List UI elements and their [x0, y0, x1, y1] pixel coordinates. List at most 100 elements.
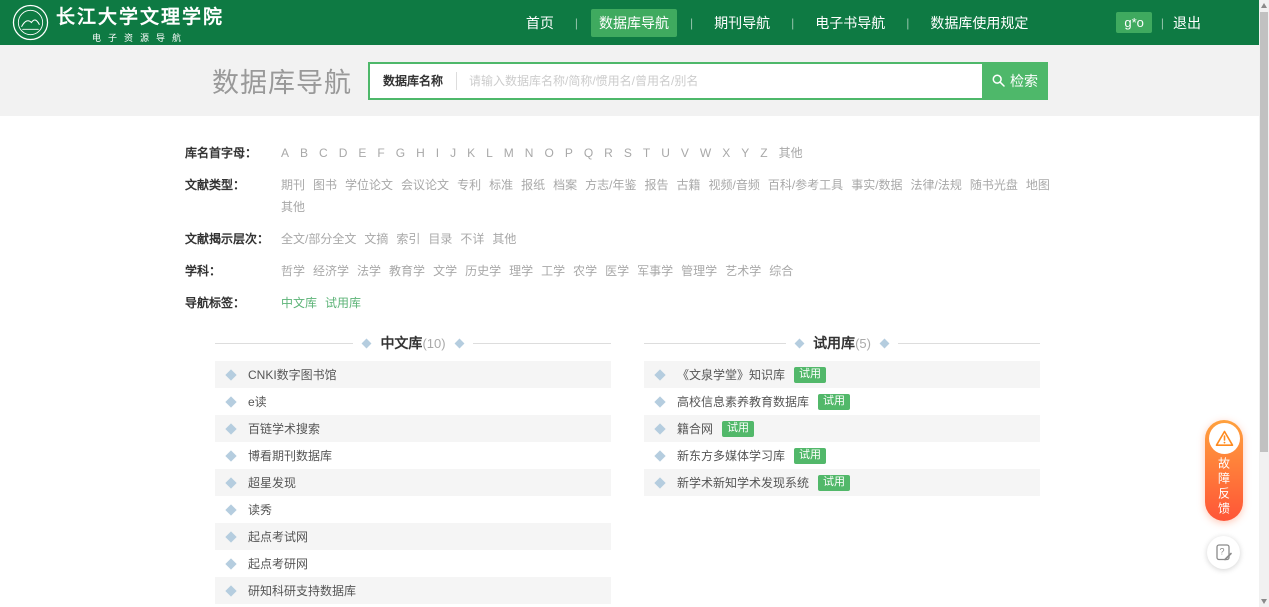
- database-item[interactable]: CNKI数字图书馆: [215, 361, 611, 388]
- filter-option[interactable]: V: [681, 143, 689, 163]
- database-link[interactable]: 新东方多媒体学习库: [677, 447, 785, 464]
- filter-option[interactable]: 历史学: [465, 261, 501, 281]
- filter-option[interactable]: 法学: [357, 261, 381, 281]
- database-item[interactable]: 起点考试网: [215, 523, 611, 550]
- filter-option[interactable]: 医学: [605, 261, 629, 281]
- database-item[interactable]: 起点考研网: [215, 550, 611, 577]
- filter-option[interactable]: 索引: [396, 229, 420, 249]
- filter-option[interactable]: Y: [741, 143, 749, 163]
- filter-option[interactable]: 农学: [573, 261, 597, 281]
- filter-option[interactable]: N: [525, 143, 534, 163]
- filter-option[interactable]: 期刊: [281, 175, 305, 195]
- filter-option[interactable]: 理学: [509, 261, 533, 281]
- filter-option[interactable]: 其他: [492, 229, 516, 249]
- database-link[interactable]: 博看期刊数据库: [248, 447, 332, 464]
- database-link[interactable]: 高校信息素养教育数据库: [677, 393, 809, 410]
- filter-option[interactable]: 文摘: [364, 229, 388, 249]
- database-item[interactable]: 新东方多媒体学习库试用: [644, 442, 1040, 469]
- filter-option[interactable]: 图书: [313, 175, 337, 195]
- database-item[interactable]: 研知科研支持数据库: [215, 577, 611, 604]
- database-item[interactable]: 《文泉学堂》知识库试用: [644, 361, 1040, 388]
- nav-link[interactable]: 电子书导航: [807, 9, 893, 37]
- filter-option[interactable]: 军事学: [637, 261, 673, 281]
- database-item[interactable]: 新学术新知学术发现系统试用: [644, 469, 1040, 496]
- database-link[interactable]: 起点考试网: [248, 528, 308, 545]
- database-link[interactable]: 超星发现: [248, 474, 296, 491]
- filter-option[interactable]: G: [396, 143, 405, 163]
- database-link[interactable]: e读: [248, 393, 267, 410]
- site-logo[interactable]: 长江大学文理学院 电子资源导航: [12, 2, 224, 44]
- filter-option[interactable]: I: [436, 143, 439, 163]
- filter-option[interactable]: F: [377, 143, 384, 163]
- filter-option[interactable]: P: [565, 143, 573, 163]
- filter-option[interactable]: 随书光盘: [970, 175, 1018, 195]
- database-item[interactable]: 百链学术搜索: [215, 415, 611, 442]
- scrollbar[interactable]: [1259, 0, 1269, 607]
- filter-option[interactable]: 会议论文: [401, 175, 449, 195]
- filter-option[interactable]: 工学: [541, 261, 565, 281]
- database-item[interactable]: 超星发现: [215, 469, 611, 496]
- filter-option[interactable]: 事实/数据: [851, 175, 902, 195]
- database-link[interactable]: 起点考研网: [248, 555, 308, 572]
- filter-option[interactable]: C: [319, 143, 328, 163]
- filter-option[interactable]: A: [281, 143, 289, 163]
- logout-link[interactable]: 退出: [1173, 13, 1201, 33]
- search-button[interactable]: 检索: [982, 62, 1048, 100]
- filter-option[interactable]: T: [643, 143, 650, 163]
- scroll-up-arrow-icon[interactable]: [1261, 3, 1267, 8]
- filter-option[interactable]: H: [416, 143, 425, 163]
- scrollbar-thumb[interactable]: [1260, 12, 1268, 452]
- search-input[interactable]: [457, 64, 982, 98]
- filter-option[interactable]: 文学: [433, 261, 457, 281]
- filter-option[interactable]: X: [722, 143, 730, 163]
- filter-option[interactable]: Q: [584, 143, 593, 163]
- nav-link[interactable]: 首页: [518, 9, 562, 37]
- filter-option[interactable]: Z: [760, 143, 767, 163]
- filter-option[interactable]: 经济学: [313, 261, 349, 281]
- filter-option[interactable]: 法律/法规: [911, 175, 962, 195]
- database-link[interactable]: 籍合网: [677, 420, 713, 437]
- filter-option[interactable]: 其他: [779, 143, 803, 163]
- filter-option[interactable]: 目录: [428, 229, 452, 249]
- filter-option[interactable]: 视频/音频: [709, 175, 760, 195]
- filter-option[interactable]: 其他: [281, 197, 305, 217]
- filter-option[interactable]: O: [544, 143, 553, 163]
- database-link[interactable]: CNKI数字图书馆: [248, 366, 337, 383]
- filter-option[interactable]: U: [661, 143, 670, 163]
- database-link[interactable]: 新学术新知学术发现系统: [677, 474, 809, 491]
- database-item[interactable]: 读秀: [215, 496, 611, 523]
- filter-option[interactable]: 全文/部分全文: [281, 229, 356, 249]
- filter-option[interactable]: W: [700, 143, 711, 163]
- filter-option[interactable]: K: [467, 143, 475, 163]
- filter-option[interactable]: 管理学: [681, 261, 717, 281]
- database-item[interactable]: 籍合网试用: [644, 415, 1040, 442]
- filter-option[interactable]: 百科/参考工具: [768, 175, 843, 195]
- filter-option[interactable]: 报纸: [521, 175, 545, 195]
- filter-option[interactable]: 专利: [457, 175, 481, 195]
- filter-option[interactable]: 试用库: [325, 293, 361, 313]
- filter-option[interactable]: 档案: [553, 175, 577, 195]
- filter-option[interactable]: 报告: [644, 175, 668, 195]
- filter-option[interactable]: 古籍: [676, 175, 700, 195]
- filter-option[interactable]: D: [339, 143, 348, 163]
- filter-option[interactable]: B: [300, 143, 308, 163]
- database-item[interactable]: 高校信息素养教育数据库试用: [644, 388, 1040, 415]
- filter-option[interactable]: 哲学: [281, 261, 305, 281]
- filter-option[interactable]: R: [604, 143, 613, 163]
- help-button[interactable]: ?: [1207, 536, 1240, 569]
- filter-option[interactable]: S: [624, 143, 632, 163]
- nav-link[interactable]: 期刊导航: [706, 9, 778, 37]
- database-item[interactable]: e读: [215, 388, 611, 415]
- filter-option[interactable]: E: [358, 143, 366, 163]
- database-link[interactable]: 读秀: [248, 501, 272, 518]
- database-link[interactable]: 《文泉学堂》知识库: [677, 366, 785, 383]
- database-item[interactable]: 博看期刊数据库: [215, 442, 611, 469]
- filter-option[interactable]: 不详: [460, 229, 484, 249]
- scroll-down-arrow-icon[interactable]: [1261, 599, 1267, 604]
- fault-feedback-button[interactable]: 故障反馈: [1205, 420, 1243, 521]
- filter-option[interactable]: L: [486, 143, 493, 163]
- user-badge[interactable]: g*o: [1116, 12, 1152, 33]
- database-link[interactable]: 研知科研支持数据库: [248, 582, 356, 599]
- filter-option[interactable]: 学位论文: [345, 175, 393, 195]
- filter-option[interactable]: 教育学: [389, 261, 425, 281]
